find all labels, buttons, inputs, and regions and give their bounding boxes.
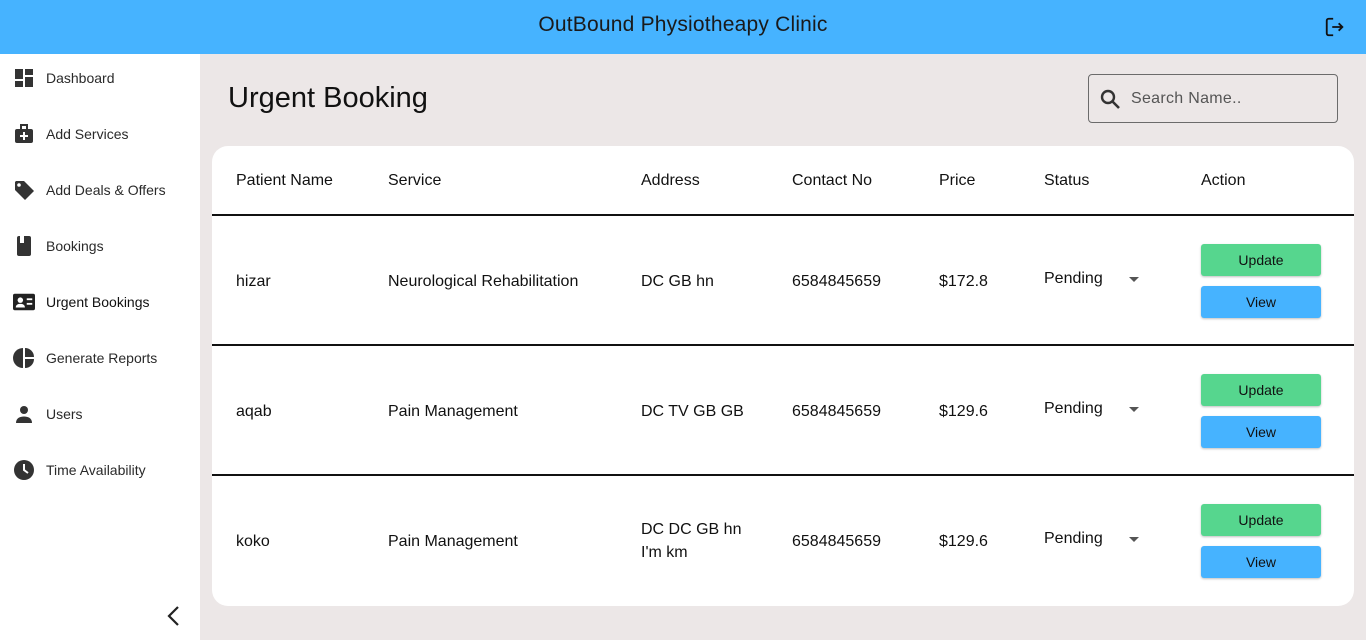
sidebar-item-label: Time Availability	[46, 462, 146, 478]
table-row: aqab Pain Management DC TV GB GB 6584845…	[212, 346, 1354, 476]
sidebar-item-label: Dashboard	[46, 70, 115, 86]
column-header-service: Service	[388, 172, 442, 189]
tag-icon	[13, 179, 35, 201]
service-cell: Pain Management	[388, 403, 518, 420]
search-input[interactable]	[1131, 76, 1331, 121]
address-cell: DC DC GB hn	[641, 521, 742, 538]
address-cell-line-2: I'm km	[641, 544, 688, 561]
top-app-bar: OutBound Physiotheapy Clinic	[0, 0, 1366, 54]
contact-cell: 6584845659	[792, 273, 881, 290]
price-cell: $129.6	[939, 403, 988, 420]
person-icon	[13, 403, 35, 425]
sidebar: Dashboard Add Services Add Deals & Offer…	[0, 54, 200, 640]
table-row: koko Pain Management DC DC GB hn I'm km …	[212, 476, 1354, 606]
sidebar-item-generate-reports[interactable]: Generate Reports	[0, 336, 200, 380]
bookings-table: Patient Name Service Address Contact No …	[212, 146, 1354, 606]
patient-name-cell: koko	[236, 533, 270, 550]
column-header-contact-no: Contact No	[792, 172, 873, 189]
sidebar-item-label: Add Deals & Offers	[46, 182, 166, 198]
contact-card-icon	[13, 291, 35, 313]
dropdown-arrow-icon	[1129, 277, 1139, 282]
address-cell: DC TV GB GB	[641, 403, 744, 420]
logout-icon[interactable]	[1324, 16, 1346, 38]
search-icon	[1100, 89, 1120, 109]
sidebar-item-users[interactable]: Users	[0, 392, 200, 436]
status-select[interactable]: Pending	[1044, 396, 1154, 426]
view-button[interactable]: View	[1201, 546, 1321, 578]
search-box[interactable]	[1088, 74, 1338, 123]
sidebar-item-add-deals-offers[interactable]: Add Deals & Offers	[0, 168, 200, 212]
column-header-address: Address	[641, 172, 700, 189]
price-cell: $172.8	[939, 273, 988, 290]
sidebar-item-label: Bookings	[46, 238, 104, 254]
status-select[interactable]: Pending	[1044, 526, 1154, 556]
service-cell: Pain Management	[388, 533, 518, 550]
clock-icon	[13, 459, 35, 481]
sidebar-item-label: Generate Reports	[46, 350, 158, 366]
view-button[interactable]: View	[1201, 286, 1321, 318]
column-header-status: Status	[1044, 172, 1090, 189]
status-value: Pending	[1044, 400, 1103, 417]
dashboard-icon	[13, 67, 35, 89]
sidebar-item-add-services[interactable]: Add Services	[0, 112, 200, 156]
contact-cell: 6584845659	[792, 403, 881, 420]
view-button[interactable]: View	[1201, 416, 1321, 448]
update-button[interactable]: Update	[1201, 504, 1321, 536]
patient-name-cell: aqab	[236, 403, 272, 420]
dropdown-arrow-icon	[1129, 407, 1139, 412]
service-cell: Neurological Rehabilitation	[388, 273, 579, 290]
chevron-left-icon[interactable]	[164, 605, 184, 627]
contact-cell: 6584845659	[792, 533, 881, 550]
patient-name-cell: hizar	[236, 273, 271, 290]
address-cell: DC GB hn	[641, 273, 714, 290]
sidebar-item-label: Add Services	[46, 126, 129, 142]
update-button[interactable]: Update	[1201, 244, 1321, 276]
table-row: hizar Neurological Rehabilitation DC GB …	[212, 216, 1354, 346]
sidebar-item-bookings[interactable]: Bookings	[0, 224, 200, 268]
sidebar-item-urgent-bookings[interactable]: Urgent Bookings	[0, 280, 200, 324]
status-select[interactable]: Pending	[1044, 266, 1154, 296]
pie-chart-icon	[13, 347, 35, 369]
sidebar-item-label: Users	[46, 406, 83, 422]
app-title: OutBound Physiotheapy Clinic	[538, 13, 828, 36]
sidebar-item-dashboard[interactable]: Dashboard	[0, 56, 200, 100]
book-icon	[13, 235, 35, 257]
medical-bag-icon	[13, 123, 35, 145]
price-cell: $129.6	[939, 533, 988, 550]
status-value: Pending	[1044, 270, 1103, 287]
sidebar-item-time-availability[interactable]: Time Availability	[0, 448, 200, 492]
status-value: Pending	[1044, 530, 1103, 547]
page-title: Urgent Booking	[228, 82, 428, 114]
column-header-patient-name: Patient Name	[236, 172, 333, 189]
column-header-action: Action	[1201, 172, 1246, 189]
column-header-price: Price	[939, 172, 976, 189]
sidebar-item-label: Urgent Bookings	[46, 294, 150, 310]
update-button[interactable]: Update	[1201, 374, 1321, 406]
dropdown-arrow-icon	[1129, 537, 1139, 542]
